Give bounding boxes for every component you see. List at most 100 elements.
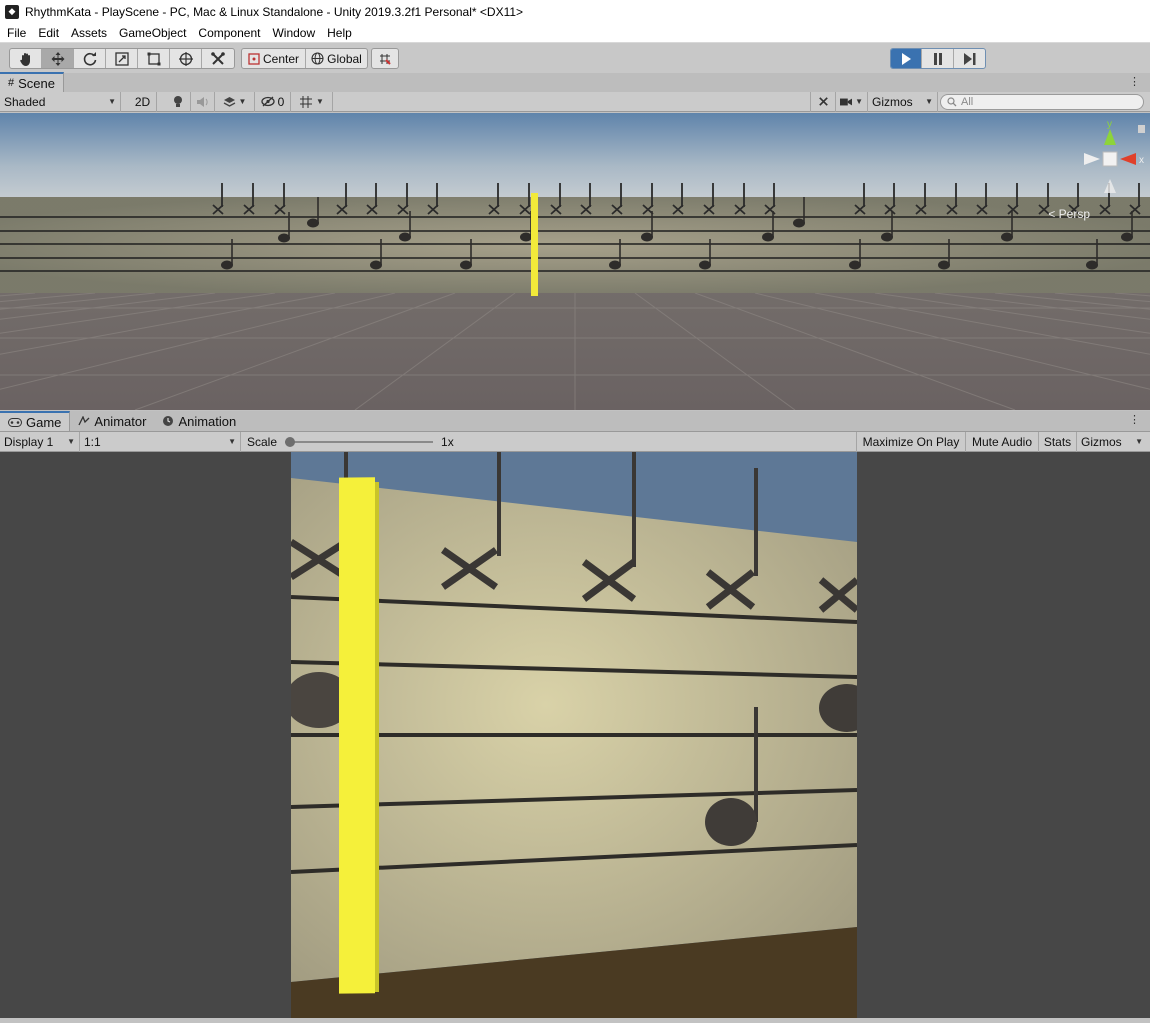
orientation-gizmo[interactable]: y x: [1060, 113, 1150, 203]
audio-toggle[interactable]: [191, 91, 215, 112]
chevron-down-icon: ▼: [1135, 437, 1143, 446]
chevron-down-icon: ▼: [108, 97, 116, 106]
tab-scene-label: Scene: [18, 75, 55, 91]
tab-animator[interactable]: Animator: [70, 411, 154, 431]
lock-icon[interactable]: [1138, 125, 1145, 133]
rotate-icon: [83, 51, 96, 66]
hand-icon: [19, 52, 30, 66]
pivot-space-button[interactable]: Global: [306, 49, 367, 68]
chevron-down-icon: ▼: [855, 97, 863, 106]
grid-snap-icon: [380, 53, 391, 65]
pause-button[interactable]: [922, 49, 954, 68]
game-render: [291, 452, 857, 1018]
custom-tool-button[interactable]: [202, 49, 234, 68]
game-viewport[interactable]: [291, 452, 857, 1018]
gamepad-icon: [8, 417, 22, 427]
tab-game[interactable]: Game: [0, 411, 71, 431]
scale-label: Scale: [247, 434, 278, 449]
axis-y-label: y: [1107, 119, 1112, 130]
rotate-tool-button[interactable]: [74, 49, 106, 68]
menu-gameobject[interactable]: GameObject: [113, 26, 192, 40]
menu-file[interactable]: File: [0, 26, 32, 40]
chevron-down-icon: ▼: [228, 437, 236, 446]
lighting-toggle[interactable]: [165, 91, 191, 112]
pivot-mode-label: Center: [262, 51, 300, 66]
scale-tool-button[interactable]: [106, 49, 138, 68]
game-gizmos-dropdown[interactable]: Gizmos ▼: [1077, 432, 1147, 452]
maximize-on-play-label: Maximize On Play: [862, 434, 960, 449]
move-tool-button[interactable]: [42, 49, 74, 68]
game-panel-tabs: Game Animator Animation ⋮: [0, 411, 1150, 432]
scene-tools-toggle[interactable]: [810, 91, 836, 112]
hidden-objects-toggle[interactable]: 0: [255, 91, 291, 112]
display-dropdown[interactable]: Display 1 ▼: [0, 431, 80, 452]
hand-tool-button[interactable]: [10, 49, 42, 68]
hidden-count: 0: [277, 94, 285, 109]
shading-mode-value: Shaded: [4, 94, 46, 109]
game-panel-menu-icon[interactable]: ⋮: [1129, 413, 1140, 426]
tab-animation[interactable]: Animation: [154, 411, 244, 431]
tab-scene[interactable]: # Scene: [0, 72, 64, 92]
scene-search-placeholder: All: [961, 96, 974, 108]
status-bar: [0, 1018, 1150, 1023]
scale-value: 1x: [441, 434, 454, 449]
menu-help[interactable]: Help: [321, 26, 358, 40]
menu-component[interactable]: Component: [192, 26, 266, 40]
rect-transform-icon: [147, 52, 160, 65]
projection-label[interactable]: < Persp: [1048, 207, 1090, 221]
axis-x-label: x: [1139, 155, 1144, 166]
scale-control: Scale 1x: [241, 432, 856, 452]
pivot-mode-button[interactable]: Center: [242, 49, 306, 68]
scene-gizmos-label: Gizmos: [872, 94, 913, 109]
menu-edit[interactable]: Edit: [32, 26, 65, 40]
effects-dropdown[interactable]: ▼: [215, 91, 255, 112]
menu-assets[interactable]: Assets: [65, 26, 113, 40]
scene-toolbar: Shaded ▼ 2D ▼ 0 ▼ ▼ Gizmos ▼ All: [0, 91, 1150, 112]
shading-mode-dropdown[interactable]: Shaded ▼: [0, 91, 121, 112]
scale-slider-thumb[interactable]: [285, 436, 296, 447]
window-title: RhythmKata - PlayScene - PC, Mac & Linux…: [25, 4, 524, 19]
grid-icon: [300, 95, 313, 108]
globe-icon: [311, 52, 324, 65]
tools-icon: [818, 97, 828, 106]
aspect-value: 1:1: [84, 434, 101, 449]
rect-tool-button[interactable]: [138, 49, 170, 68]
mode-2d-toggle[interactable]: 2D: [129, 91, 157, 112]
maximize-on-play-toggle[interactable]: Maximize On Play: [856, 431, 966, 452]
unity-logo-icon: ◆: [5, 4, 19, 19]
stats-toggle[interactable]: Stats: [1039, 431, 1077, 452]
scene-gizmos-dropdown[interactable]: Gizmos ▼: [868, 91, 938, 112]
scene-search-input[interactable]: All: [940, 94, 1144, 110]
tab-animator-label: Animator: [94, 413, 147, 429]
mute-audio-toggle[interactable]: Mute Audio: [966, 431, 1039, 452]
window-title-bar: ◆ RhythmKata - PlayScene - PC, Mac & Lin…: [0, 0, 1150, 23]
menu-window[interactable]: Window: [266, 26, 321, 40]
play-button[interactable]: [891, 49, 922, 68]
play-icon: [902, 52, 911, 65]
center-pivot-icon: [248, 52, 260, 65]
tab-game-label: Game: [26, 414, 62, 430]
tools-icon: [211, 51, 225, 65]
display-value: Display 1: [4, 434, 54, 449]
step-button[interactable]: [954, 49, 985, 68]
transform-tool-button[interactable]: [170, 49, 202, 68]
snap-button[interactable]: [372, 49, 398, 68]
camera-dropdown[interactable]: ▼: [836, 91, 868, 112]
scene-panel-menu-icon[interactable]: ⋮: [1129, 75, 1140, 88]
animator-icon: [78, 416, 90, 426]
scale-slider[interactable]: [285, 436, 434, 447]
transform-tools: [9, 48, 235, 69]
pause-icon: [933, 52, 942, 65]
layers-icon: [223, 96, 235, 107]
chevron-down-icon: ▼: [238, 97, 247, 106]
grid-dropdown[interactable]: ▼: [291, 91, 333, 112]
snap-toggle-group: [371, 48, 399, 69]
pivot-space-label: Global: [327, 51, 362, 66]
universal-transform-icon: [178, 51, 193, 66]
scale-icon: [114, 51, 129, 66]
lightbulb-icon: [173, 96, 182, 107]
scene-viewport[interactable]: y x < Persp: [0, 113, 1150, 410]
aspect-dropdown[interactable]: 1:1 ▼: [80, 431, 241, 452]
